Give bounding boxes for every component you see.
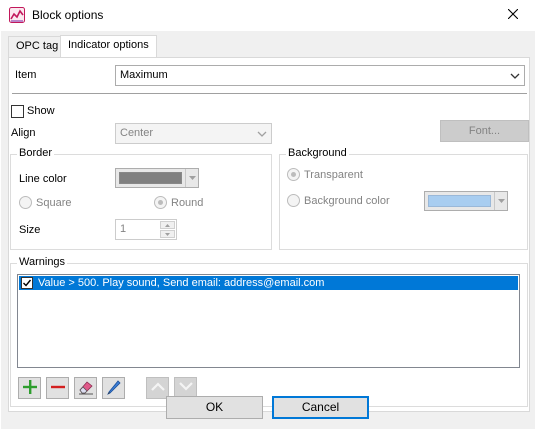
chart-line-icon	[9, 7, 25, 23]
chevron-down-icon	[509, 70, 521, 82]
ok-button-label: OK	[205, 400, 224, 414]
warnings-list[interactable]: Value > 500. Play sound, Send email: add…	[17, 274, 520, 368]
cancel-button-label: Cancel	[301, 400, 340, 414]
font-button-label: Font...	[468, 125, 501, 137]
align-select[interactable]: Center	[115, 123, 272, 144]
remove-icon	[50, 380, 65, 397]
add-warning-button[interactable]	[18, 377, 41, 399]
arrow-down-icon[interactable]	[160, 230, 175, 238]
background-color-swatch	[428, 195, 491, 207]
close-icon	[507, 8, 519, 22]
background-group-title: Background	[286, 147, 349, 159]
tab-indicator-options[interactable]: Indicator options	[60, 35, 157, 57]
tab-label: OPC tag	[16, 40, 59, 52]
chevron-down-icon	[185, 169, 198, 187]
arrow-up-icon[interactable]	[160, 221, 175, 229]
pencil-icon	[106, 379, 122, 398]
show-checkbox[interactable]	[11, 105, 24, 118]
transparent-label: Transparent	[304, 169, 363, 181]
warning-text: Value > 500. Play sound, Send email: add…	[38, 277, 325, 289]
size-label: Size	[19, 224, 41, 236]
ok-button[interactable]: OK	[166, 396, 263, 419]
separator	[12, 93, 527, 94]
round-label: Round	[171, 197, 204, 209]
edit-warning-button[interactable]	[102, 377, 125, 399]
transparent-radio[interactable]	[287, 168, 300, 181]
square-label: Square	[36, 197, 72, 209]
background-color-picker[interactable]	[424, 191, 508, 211]
remove-warning-button[interactable]	[46, 377, 69, 399]
align-value: Center	[120, 127, 154, 139]
window-title: Block options	[32, 8, 104, 22]
tab-opc-tag[interactable]: OPC tag	[8, 36, 67, 57]
item-label: Item	[15, 69, 37, 81]
warnings-group-title: Warnings	[17, 256, 68, 268]
list-item[interactable]: Value > 500. Play sound, Send email: add…	[19, 276, 518, 290]
square-radio[interactable]	[19, 196, 32, 209]
indicator-options-panel: Item Maximum Show Align Center Font... B…	[8, 57, 530, 412]
eraser-icon	[78, 379, 94, 398]
line-color-swatch	[119, 172, 182, 184]
show-label: Show	[27, 105, 55, 117]
warning-checkbox[interactable]	[21, 277, 33, 289]
add-icon	[22, 379, 37, 397]
font-button[interactable]: Font...	[440, 120, 529, 142]
chevron-down-icon	[494, 192, 507, 210]
clear-warnings-button[interactable]	[74, 377, 97, 399]
round-radio[interactable]	[154, 196, 167, 209]
background-color-label: Background color	[304, 195, 390, 207]
item-value: Maximum	[120, 69, 168, 81]
item-select[interactable]: Maximum	[115, 65, 525, 86]
align-label: Align	[11, 127, 36, 139]
line-color-picker[interactable]	[115, 168, 199, 188]
size-spinner[interactable]: 1	[115, 219, 177, 240]
cancel-button[interactable]: Cancel	[272, 396, 369, 419]
size-value: 1	[120, 223, 127, 235]
background-color-radio[interactable]	[287, 194, 300, 207]
chevron-down-icon	[256, 128, 268, 140]
tab-label: Indicator options	[68, 39, 149, 51]
arrow-down-icon	[178, 382, 193, 394]
close-button[interactable]	[490, 0, 536, 31]
dialog-body: OPC tag Indicator options Item Maximum S…	[1, 31, 535, 429]
border-group-title: Border	[17, 147, 55, 159]
title-bar: Block options	[0, 0, 536, 31]
arrow-up-icon	[150, 382, 165, 394]
line-color-label: Line color	[19, 173, 67, 185]
